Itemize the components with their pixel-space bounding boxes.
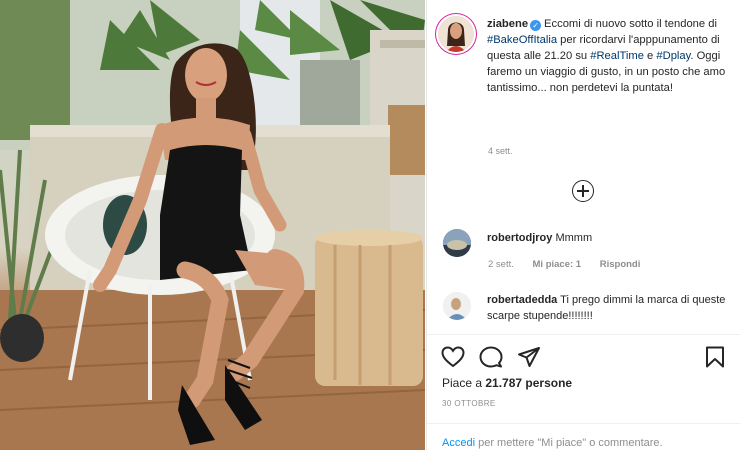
commenter-avatar[interactable] (443, 229, 471, 257)
hashtag-link[interactable]: #Dplay (656, 50, 690, 62)
commenter-avatar[interactable] (443, 292, 471, 320)
likes-number: 21.787 persone (485, 376, 573, 390)
verified-badge-icon: ✓ (530, 20, 542, 31)
instagram-post: ziabene ✓ Eccomi di nuovo sotto il tendone… (0, 0, 740, 450)
post-photo[interactable] (0, 0, 425, 450)
actions-divider (427, 334, 740, 335)
post-side-panel: ziabene ✓ Eccomi di nuovo sotto il tendone… (426, 0, 740, 450)
likes-count[interactable]: Piace a 21.787 persone (442, 376, 572, 390)
post-age[interactable]: 4 sett. (488, 146, 513, 156)
load-more-comments-icon[interactable] (572, 180, 594, 202)
likes-prefix: Piace a (442, 376, 486, 390)
login-prompt: Accedi per mettere "Mi piace" o commenta… (442, 437, 663, 449)
heart-icon[interactable] (441, 346, 465, 368)
bookmark-icon[interactable] (704, 346, 726, 368)
comment-username[interactable]: robertodjroy (487, 232, 552, 244)
caption-fragment: Eccomi di nuovo sotto il tendone di (544, 18, 717, 30)
post-photo-illustration (0, 0, 425, 450)
comment-item: robertodjroy Mmmm (487, 230, 737, 246)
comment-likes[interactable]: Mi piace: 1 (533, 259, 582, 270)
share-icon[interactable] (517, 346, 541, 368)
comment-age[interactable]: 2 sett. (488, 259, 514, 270)
post-caption: ziabene ✓ Eccomi di nuovo sotto il tendone… (487, 16, 732, 96)
login-divider (427, 423, 740, 424)
author-avatar-picture (438, 16, 474, 52)
comment-icon[interactable] (479, 346, 503, 368)
commenter-avatar-picture (443, 229, 471, 257)
comment-meta: 2 sett. Mi piace: 1 Rispondi (488, 259, 656, 270)
comment-username[interactable]: robertadedda (487, 294, 557, 306)
post-date[interactable]: 30 OTTOBRE (442, 399, 496, 408)
login-prompt-text: per mettere "Mi piace" o commentare. (475, 437, 663, 449)
reply-button[interactable]: Rispondi (600, 259, 641, 270)
author-username[interactable]: ziabene (487, 18, 528, 30)
caption-fragment: e (643, 50, 657, 62)
login-link[interactable]: Accedi (442, 437, 475, 449)
commenter-avatar-picture (443, 292, 471, 320)
hashtag-link[interactable]: #BakeOffItalia (487, 34, 557, 46)
author-avatar[interactable] (438, 16, 474, 52)
comment-item: robertadedda Ti prego dimmi la marca di … (487, 292, 737, 324)
hashtag-link[interactable]: #RealTime (590, 50, 644, 62)
comment-text: Mmmm (555, 232, 593, 244)
